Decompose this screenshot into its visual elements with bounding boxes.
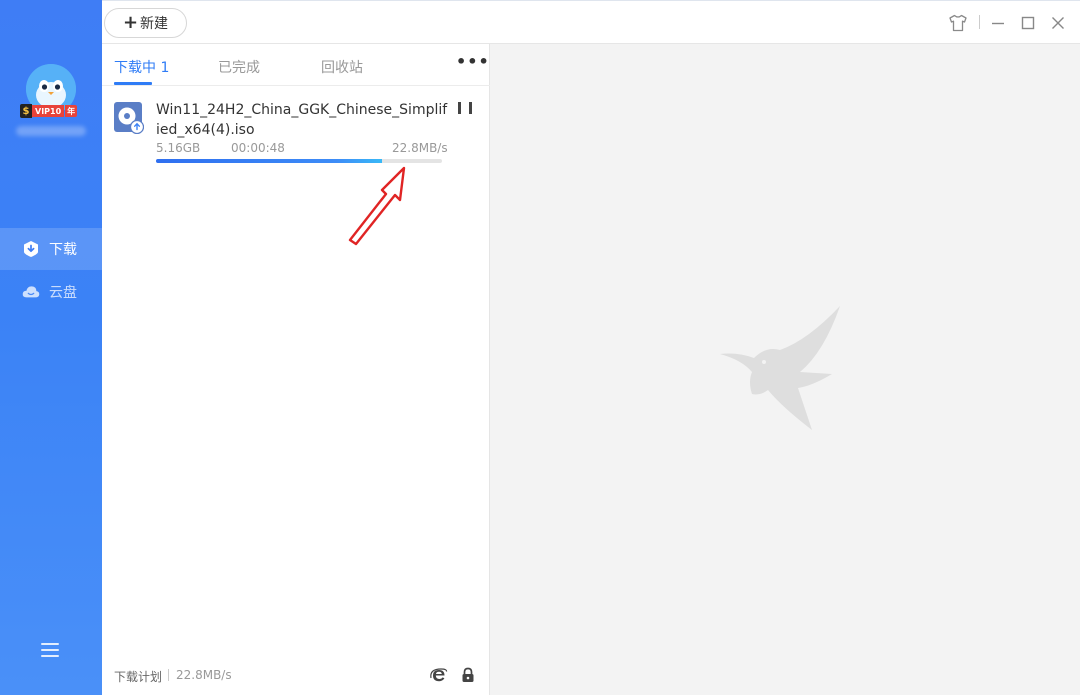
sidebar-item-label: 下载	[49, 242, 77, 258]
status-footer: 下载计划 22.8MB/s	[102, 664, 490, 694]
browser-icon[interactable]	[430, 666, 448, 684]
lock-icon[interactable]	[459, 666, 477, 684]
vip-suffix: 年	[65, 105, 78, 117]
download-tabs: 下载中 1 已完成 回收站 •••	[102, 44, 490, 86]
window-controls-divider	[979, 15, 980, 29]
tab-completed[interactable]: 已完成	[218, 57, 260, 77]
footer-divider	[168, 669, 169, 681]
active-tab-indicator	[114, 82, 152, 85]
file-name: Win11_24H2_China_GGK_Chinese_Simplified_…	[156, 102, 448, 138]
cloud-icon	[22, 283, 40, 301]
download-plan-button[interactable]: 下载计划	[114, 668, 162, 685]
new-task-button[interactable]: + 新建	[104, 8, 187, 38]
plus-icon: +	[122, 12, 139, 33]
tab-recycle-bin[interactable]: 回收站	[321, 57, 363, 77]
remaining-time: 00:00:48	[231, 141, 285, 155]
more-options-button[interactable]: •••	[456, 52, 490, 71]
download-speed: 22.8MB/s	[392, 141, 448, 155]
download-icon	[22, 240, 40, 258]
disc-image-icon	[114, 102, 145, 135]
top-toolbar: + 新建	[102, 0, 1080, 44]
tab-downloading[interactable]: 下载中 1	[114, 57, 169, 77]
vip-level: VIP10	[32, 105, 65, 117]
progress-bar	[156, 159, 442, 163]
download-list-panel: 下载中 1 已完成 回收站 ••• Win11_24H2_China_GGK_C…	[102, 44, 490, 695]
progress-bar-fill	[156, 159, 382, 163]
sidebar-item-download[interactable]: 下载	[0, 228, 102, 270]
sidebar: $ VIP10 年 下载 云盘	[0, 0, 102, 695]
new-task-label: 新建	[140, 16, 169, 32]
menu-icon[interactable]	[41, 643, 59, 659]
hummingbird-logo-icon	[720, 306, 840, 430]
username-blurred	[16, 126, 86, 136]
pause-icon[interactable]	[458, 102, 472, 116]
minimize-icon[interactable]	[988, 13, 1008, 33]
total-speed: 22.8MB/s	[176, 668, 232, 682]
skin-icon[interactable]	[948, 13, 968, 33]
detail-panel	[490, 44, 1080, 695]
file-size: 5.16GB	[156, 141, 201, 155]
vip-symbol: $	[20, 104, 32, 118]
sidebar-item-label: 云盘	[49, 285, 77, 301]
maximize-icon[interactable]	[1018, 13, 1038, 33]
sidebar-item-cloud[interactable]: 云盘	[0, 271, 102, 313]
close-icon[interactable]	[1048, 13, 1068, 33]
vip-badge[interactable]: $ VIP10 年	[20, 104, 78, 118]
